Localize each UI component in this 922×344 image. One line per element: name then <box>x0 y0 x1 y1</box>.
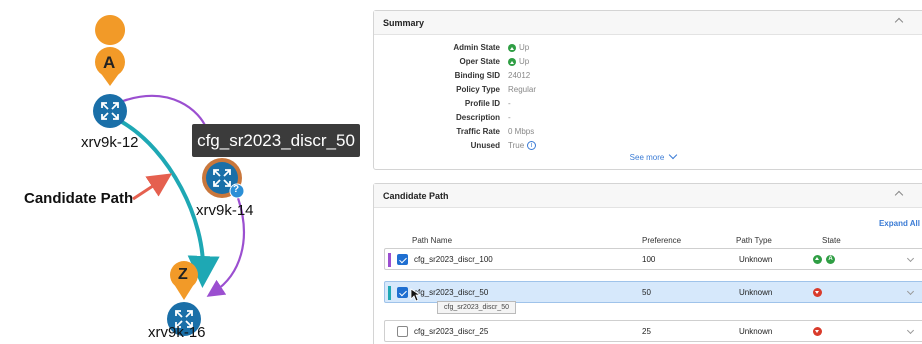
up-icon <box>813 255 822 264</box>
node-hover-tooltip: cfg_sr2023_discr_50 <box>192 124 360 157</box>
mouse-cursor-icon <box>410 288 420 302</box>
down-icon <box>813 288 822 297</box>
summary-key: Unused <box>470 141 500 150</box>
candidate-path-panel: Candidate Path Expand All Path Name Pref… <box>373 183 922 344</box>
marker-a-letter: A <box>103 53 116 72</box>
candidate-arrow <box>132 173 173 201</box>
path-preference: 100 <box>642 255 656 264</box>
collapse-chevron-icon[interactable] <box>894 190 904 200</box>
path-row[interactable]: cfg_sr2023_discr_100 100 Unknown A <box>384 248 922 270</box>
summary-row-binding-sid: Binding SID 24012 <box>374 71 922 85</box>
summary-key: Oper State <box>459 57 500 66</box>
topology-map[interactable]: A Z ? xrv9k-12 xrv9k-14 xrv9k-16 cfg_sr2… <box>0 0 360 344</box>
path-preference: 25 <box>642 327 651 336</box>
question-badge[interactable]: ? <box>233 184 239 195</box>
path-name: cfg_sr2023_discr_100 <box>414 255 493 264</box>
path-name: cfg_sr2023_discr_50 <box>414 288 489 297</box>
node-label-xrv9k-12: xrv9k-12 <box>81 134 139 151</box>
expand-row-chevron-icon[interactable] <box>906 326 915 335</box>
summary-row-oper-state: Oper State Up <box>374 57 922 71</box>
admin-state-icon: A <box>826 255 835 264</box>
up-icon <box>508 57 516 66</box>
summary-value: Up <box>519 43 530 52</box>
expand-all-link[interactable]: Expand All <box>879 219 920 228</box>
up-icon <box>508 43 516 52</box>
summary-panel: Summary Admin State Up Oper State Up Bin… <box>373 10 922 170</box>
collapse-chevron-icon[interactable] <box>894 17 904 27</box>
summary-key: Profile ID <box>464 99 500 108</box>
summary-key: Traffic Rate <box>456 127 500 136</box>
chevron-down-icon <box>669 150 678 160</box>
col-state[interactable]: State <box>822 236 841 245</box>
marker-a-icon <box>95 15 126 86</box>
path-row[interactable]: cfg_sr2023_discr_25 25 Unknown <box>384 320 922 342</box>
col-preference[interactable]: Preference <box>642 236 681 245</box>
summary-key: Admin State <box>453 43 500 52</box>
node-label-xrv9k-16: xrv9k-16 <box>148 324 206 341</box>
summary-value: True <box>508 141 525 150</box>
path-checkbox[interactable] <box>397 326 408 337</box>
candidate-path-title: Candidate Path <box>383 191 449 201</box>
path-name: cfg_sr2023_discr_25 <box>414 327 489 336</box>
expand-row-chevron-icon[interactable] <box>906 254 915 263</box>
path-type: Unknown <box>739 255 773 264</box>
info-icon[interactable]: i <box>527 141 537 150</box>
router-icon-xrv9k-12 <box>93 94 127 128</box>
summary-key: Binding SID <box>454 71 500 80</box>
summary-key: Policy Type <box>456 85 500 94</box>
marker-z-letter: Z <box>178 266 188 283</box>
summary-key: Description <box>455 113 500 122</box>
node-label-xrv9k-14: xrv9k-14 <box>196 202 254 219</box>
path-type: Unknown <box>739 327 773 336</box>
path-checkbox[interactable] <box>397 254 408 265</box>
down-icon <box>813 327 822 336</box>
col-path-name[interactable]: Path Name <box>412 236 452 245</box>
candidate-path-annotation: Candidate Path <box>24 190 134 207</box>
path-row[interactable]: cfg_sr2023_discr_50 50 Unknown <box>384 281 922 303</box>
candidate-path-header[interactable]: Candidate Path <box>374 184 922 208</box>
summary-value: Up <box>519 57 530 66</box>
summary-title: Summary <box>383 18 425 28</box>
path-type: Unknown <box>739 288 773 297</box>
path-preference: 50 <box>642 288 651 297</box>
col-path-type[interactable]: Path Type <box>736 236 772 245</box>
summary-row-admin-state: Admin State Up <box>374 43 922 57</box>
topology-canvas <box>93 15 245 336</box>
summary-row-profile-id: Profile ID - <box>374 99 922 113</box>
summary-row-policy-type: Policy Type Regular <box>374 85 922 99</box>
path-checkbox[interactable] <box>397 287 408 298</box>
summary-header[interactable]: Summary <box>374 11 922 35</box>
summary-row-description: Description - <box>374 113 922 127</box>
path-color-bar <box>388 253 391 267</box>
summary-value: Regular <box>508 85 537 94</box>
summary-row-traffic-rate: Traffic Rate 0 Mbps <box>374 127 922 141</box>
see-more-link[interactable]: See more <box>374 150 922 162</box>
summary-value: - <box>508 99 511 108</box>
expand-row-chevron-icon[interactable] <box>906 287 915 296</box>
summary-value: 24012 <box>508 71 531 80</box>
summary-value: - <box>508 113 511 122</box>
see-more-label: See more <box>629 153 665 162</box>
row-hover-tooltip: cfg_sr2023_discr_50 <box>437 301 516 314</box>
path-color-bar <box>388 286 391 300</box>
summary-value: 0 Mbps <box>508 127 535 136</box>
